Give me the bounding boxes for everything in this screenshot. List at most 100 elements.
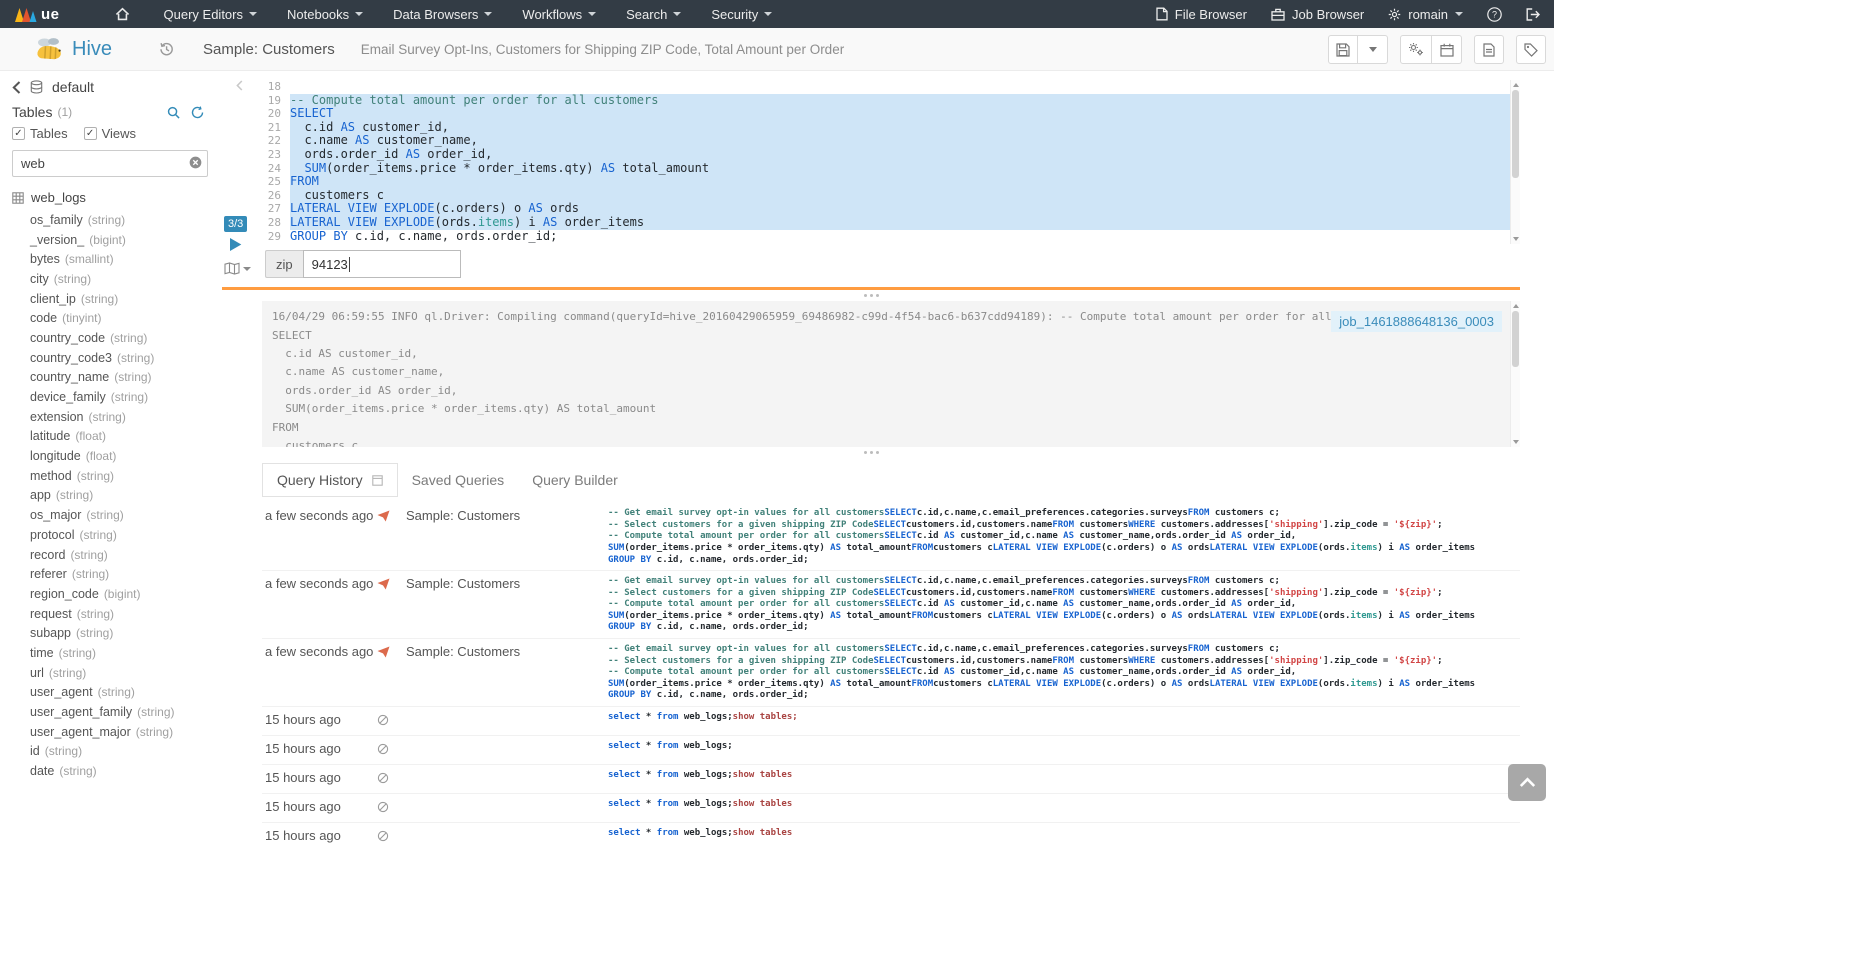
column-item[interactable]: region_code(bigint) [30,584,222,604]
history-row[interactable]: 15 hours agoselect * from web_logs;show … [262,822,1520,851]
tab-query-builder[interactable]: Query Builder [518,464,632,496]
scroll-thumb[interactable] [1512,90,1519,178]
sql-token: customers [1074,588,1128,598]
column-item[interactable]: code(tinyint) [30,308,222,328]
editor-options-button[interactable] [224,262,251,275]
resize-handle[interactable] [222,447,1520,458]
column-item[interactable]: method(string) [30,466,222,486]
editor-scrollbar[interactable] [1510,80,1520,244]
code-line: 20SELECT [262,107,1520,121]
query-history-icon[interactable] [158,41,175,57]
job-link[interactable]: job_1461888648136_0003 [1331,311,1502,332]
column-item[interactable]: bytes(smallint) [30,249,222,269]
history-query[interactable]: -- Get email survey opt-in values for al… [608,576,1520,634]
scroll-down-arrow[interactable] [1513,440,1519,444]
history-row[interactable]: 15 hours agoselect * from web_logs;show … [262,793,1520,822]
table-item-web-logs[interactable]: web_logs [0,186,222,208]
column-item[interactable]: record(string) [30,545,222,565]
column-item[interactable]: user_agent(string) [30,683,222,703]
history-row[interactable]: 15 hours agoselect * from web_logs;show … [262,706,1520,735]
home-button[interactable] [100,0,145,28]
column-item[interactable]: user_agent_major(string) [30,722,222,742]
log-scrollbar[interactable] [1510,301,1520,447]
nav-sign-out[interactable] [1514,0,1552,28]
scroll-down-arrow[interactable] [1513,237,1519,241]
collapse-assist-icon[interactable] [236,80,243,91]
column-item[interactable]: url(string) [30,663,222,683]
save-button[interactable] [1328,35,1358,64]
column-item[interactable]: extension(string) [30,407,222,427]
execute-icon[interactable] [229,237,242,252]
nav-file-browser[interactable]: File Browser [1144,0,1259,28]
history-query[interactable]: -- Get email survey opt-in values for al… [608,644,1520,702]
column-item[interactable]: device_family(string) [30,387,222,407]
history-row[interactable]: a few seconds agoSample: Customers-- Get… [262,570,1520,638]
nav-menu-security[interactable]: Security [696,0,787,28]
refresh-icon[interactable] [191,106,204,119]
settings-button[interactable] [1400,35,1432,64]
nav-menu-data-browsers[interactable]: Data Browsers [378,0,507,28]
hue-logo[interactable]: ue [0,0,74,28]
history-row[interactable]: a few seconds agoSample: Customers-- Get… [262,503,1520,570]
nav-menu-workflows[interactable]: Workflows [507,0,611,28]
column-item[interactable]: request(string) [30,604,222,624]
column-type: (string) [117,351,154,365]
variable-input[interactable]: 94123 [303,250,461,278]
column-item[interactable]: time(string) [30,643,222,663]
nav-help[interactable]: ? [1475,0,1514,28]
clear-filter-icon[interactable] [189,156,202,169]
tab-saved-queries[interactable]: Saved Queries [398,464,519,496]
column-item[interactable]: protocol(string) [30,525,222,545]
nav-job-browser[interactable]: Job Browser [1259,0,1376,28]
column-item[interactable]: client_ip(string) [30,289,222,309]
filter-views[interactable]: ✓Views [84,126,136,141]
scroll-up-arrow[interactable] [1513,304,1519,308]
column-item[interactable]: os_major(string) [30,505,222,525]
history-row[interactable]: a few seconds agoSample: Customers-- Get… [262,638,1520,706]
column-item[interactable]: longitude(float) [30,446,222,466]
history-query[interactable]: select * from web_logs;show tables [608,770,1520,782]
schedule-button[interactable] [1432,35,1462,64]
column-item[interactable]: _version_(bigint) [30,230,222,250]
nav-menu-label: Workflows [522,7,582,22]
tags-button[interactable] [1516,35,1546,64]
new-document-button[interactable] [1474,35,1504,64]
filter-tables[interactable]: ✓Tables [12,126,68,141]
nav-user-menu[interactable]: romain [1376,0,1475,28]
history-query[interactable]: select * from web_logs;show tables; [608,712,1520,724]
table-filter-input[interactable] [12,150,208,177]
scroll-up-arrow[interactable] [1513,83,1519,87]
scroll-to-top-button[interactable] [1508,764,1546,801]
column-item[interactable]: city(string) [30,269,222,289]
sql-token: LATERAL VIEW EXPLODE [993,679,1101,689]
nav-menu-search[interactable]: Search [611,0,696,28]
code-editor[interactable]: 1819-- Compute total amount per order fo… [262,71,1520,243]
nav-menu-notebooks[interactable]: Notebooks [272,0,378,28]
scroll-thumb[interactable] [1512,311,1519,367]
history-query[interactable]: select * from web_logs;show tables [608,828,1520,840]
column-item[interactable]: country_code3(string) [30,348,222,368]
column-item[interactable]: referer(string) [30,564,222,584]
column-item[interactable]: id(string) [30,742,222,762]
history-query[interactable]: -- Get email survey opt-in values for al… [608,508,1520,566]
column-item[interactable]: app(string) [30,486,222,506]
column-item[interactable]: user_agent_family(string) [30,702,222,722]
search-icon[interactable] [167,106,180,119]
column-item[interactable]: subapp(string) [30,623,222,643]
column-item[interactable]: country_code(string) [30,328,222,348]
tab-query-history[interactable]: Query History [262,463,398,497]
history-query[interactable]: select * from web_logs;show tables [608,799,1520,811]
resize-handle[interactable] [222,290,1520,301]
history-row[interactable]: 15 hours agoselect * from web_logs;show … [262,764,1520,793]
save-options-button[interactable] [1358,35,1388,64]
sql-token: AS [944,667,955,677]
database-name[interactable]: default [52,79,94,95]
back-icon[interactable] [12,81,21,94]
column-item[interactable]: latitude(float) [30,427,222,447]
history-query[interactable]: select * from web_logs; [608,741,1520,753]
column-item[interactable]: os_family(string) [30,210,222,230]
history-row[interactable]: 15 hours agoselect * from web_logs; [262,735,1520,764]
column-item[interactable]: country_name(string) [30,368,222,388]
column-item[interactable]: date(string) [30,761,222,781]
nav-menu-query-editors[interactable]: Query Editors [149,0,272,28]
